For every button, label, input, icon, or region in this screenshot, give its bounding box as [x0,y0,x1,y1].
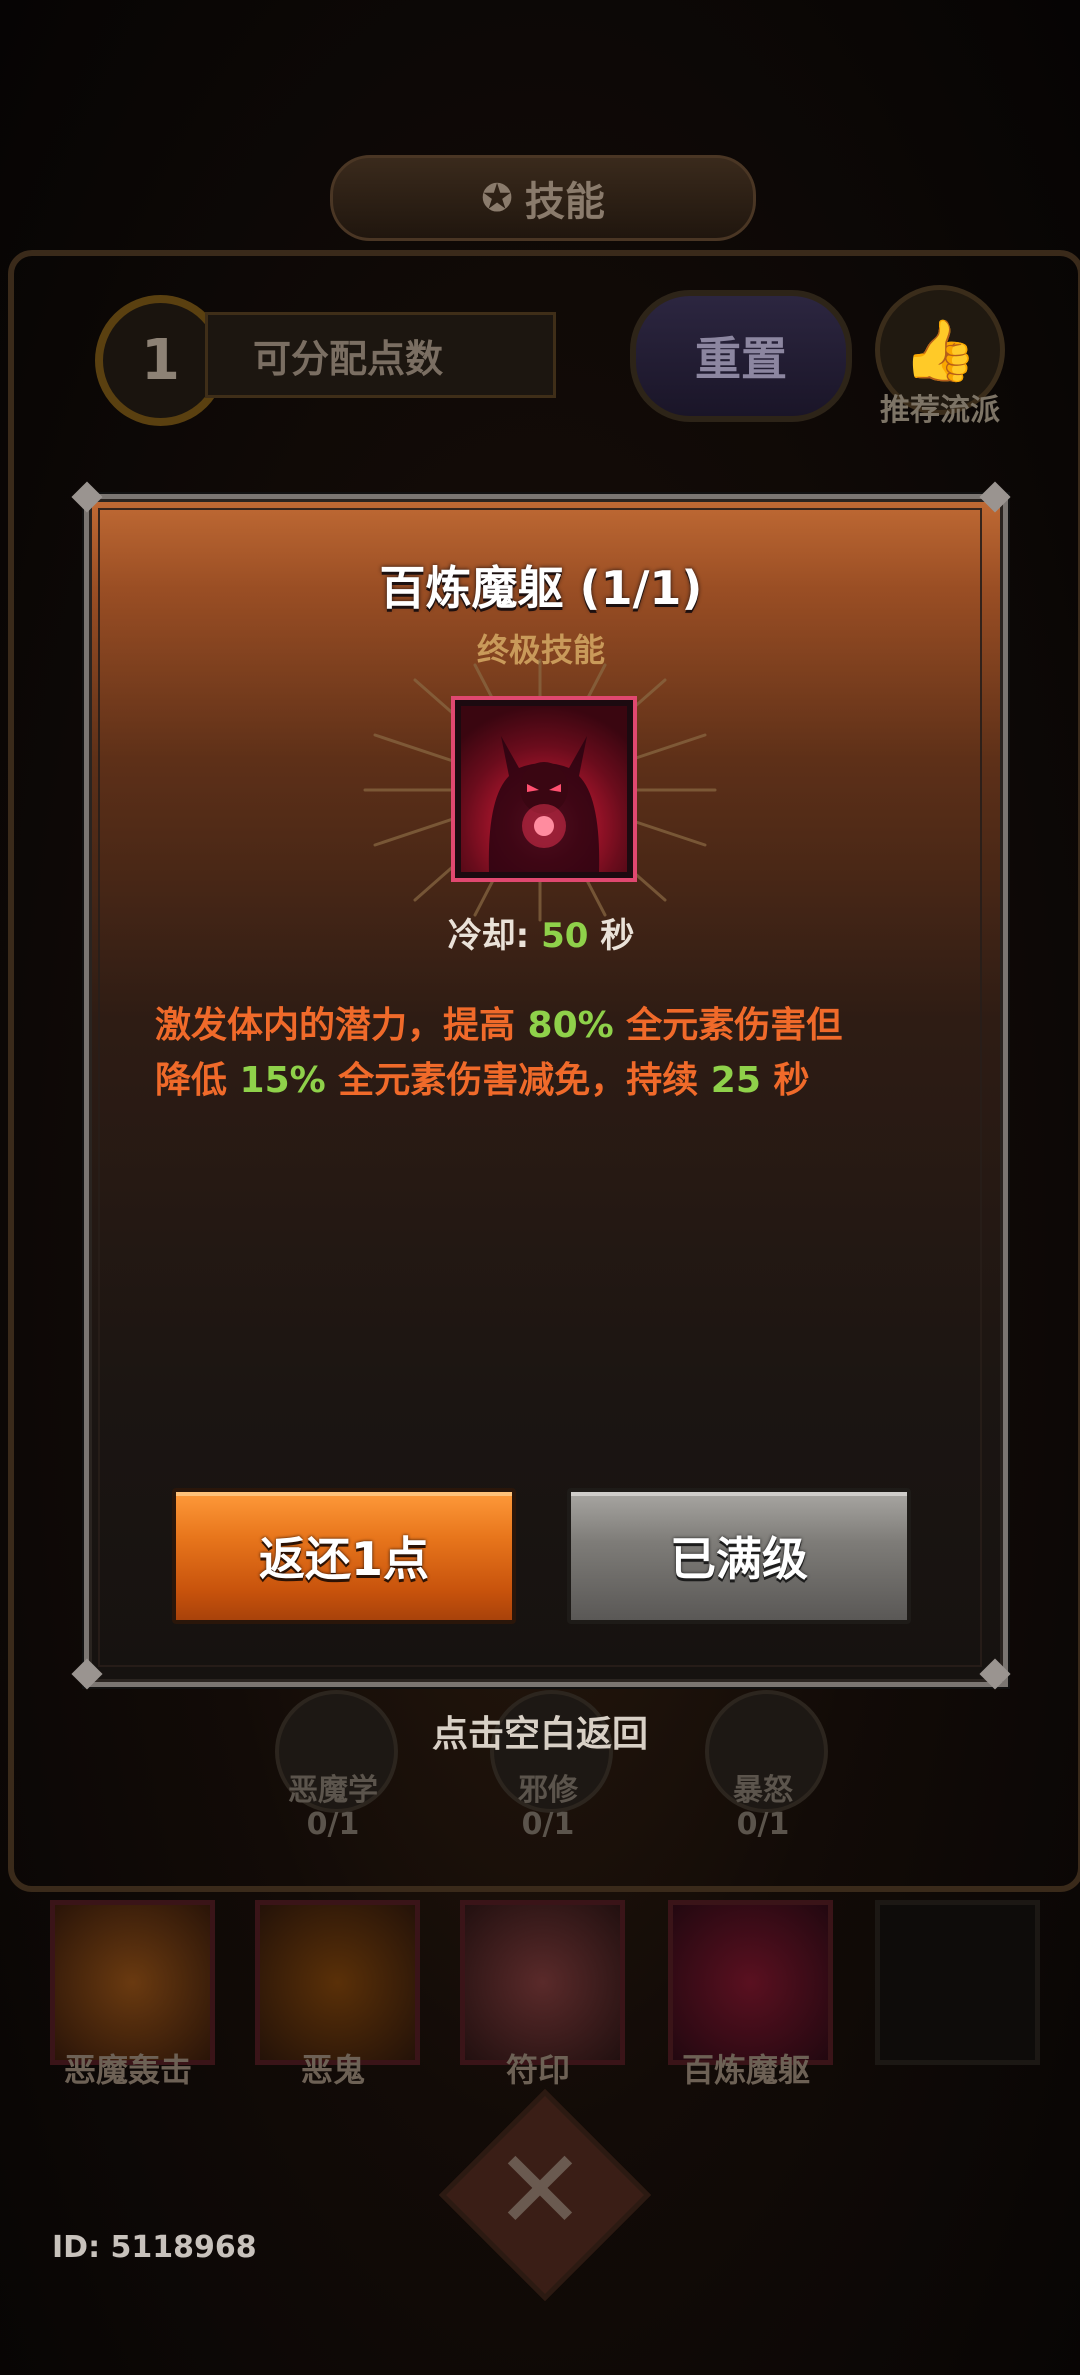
sub-skill-name: 暴怒 [733,1773,793,1808]
skill-description: 激发体内的潜力，提高 80% 全元素伤害但 降低 15% 全元素伤害减免，持续 … [155,998,935,1108]
cooldown-row: 冷却: 50 秒 [84,908,998,957]
equipped-skill-slot[interactable] [668,1900,833,2065]
skill-name: 百炼魔躯 (1/1) [379,561,703,615]
crossed-swords-icon: ✕ [493,2126,587,2254]
sub-skill-count: 0/1 [736,1807,790,1842]
desc-text: 全元素伤害减免，持续 [325,1060,711,1101]
sub-skill-count: 0/1 [306,1807,360,1842]
equipped-skill-name: 恶魔轰击 [63,2051,192,2089]
user-id: ID: 5118968 [52,2230,257,2265]
header-title-bar: ✪ 技能 [330,155,756,241]
reset-button[interactable]: 重置 [630,290,852,422]
refund-point-button[interactable]: 返还1点 [172,1488,516,1624]
empty-skill-slot[interactable] [875,1900,1040,2065]
desc-value: 15% [239,1060,326,1101]
desc-text: 全元素伤害但 [613,1005,843,1046]
equipped-skill-slot[interactable] [50,1900,215,2065]
equipped-skill-slot[interactable] [460,1900,625,2065]
desc-text: 降低 [155,1060,240,1101]
equipped-skill-name: 恶鬼 [300,2051,365,2089]
equipped-skill-name: 百炼魔躯 [681,2051,810,2089]
desc-value: 80% [527,1005,614,1046]
sub-skill-name: 恶魔学 [288,1773,378,1808]
equipped-skill-name: 符印 [505,2051,570,2089]
skill-points-label: 可分配点数 [205,312,556,398]
pentagram-icon: ✪ [481,176,513,220]
cooldown-label: 冷却: [447,916,530,956]
cooldown-value: 50 [541,916,589,956]
cooldown-unit: 秒 [600,916,635,956]
desc-text: 激发体内的潜力，提高 [155,1005,528,1046]
demon-body-skill-icon [451,696,637,882]
tap-to-close-hint: 点击空白返回 [431,1714,648,1755]
max-level-button[interactable]: 已满级 [567,1488,911,1624]
desc-value: 25 [710,1060,761,1101]
desc-text: 秒 [760,1060,810,1101]
equipped-skill-slot[interactable] [255,1900,420,2065]
page-title: 技能 [524,179,605,225]
sub-skill-name: 邪修 [518,1773,578,1808]
horned-demon-icon [488,736,600,872]
sub-skill-count: 0/1 [521,1807,575,1842]
recommend-build-label[interactable]: 推荐流派 [870,385,1010,429]
